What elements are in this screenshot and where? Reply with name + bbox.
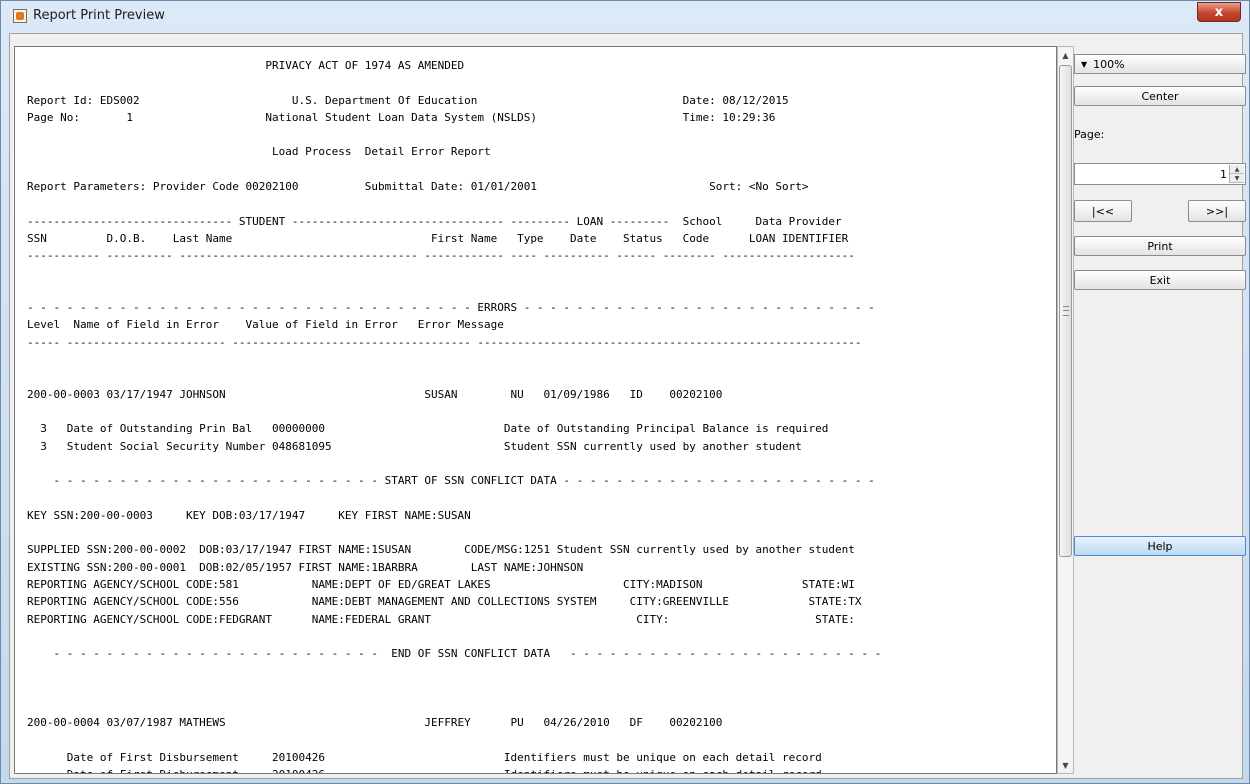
report-line [27,524,881,541]
report-line: ------------------------------- STUDENT … [27,214,842,228]
report-line: Date of First Disbursement 20100426 Iden… [27,766,881,773]
report-line [27,74,881,91]
report-line: 200-00-0003 03/17/1947 JOHNSON SUSAN NU … [27,387,723,401]
page-spinner[interactable]: ▲ ▼ [1229,165,1244,183]
report-line [27,351,881,368]
report-line: 3 Date of Outstanding Prin Bal 00000000 … [27,422,829,436]
spinner-down-icon[interactable]: ▼ [1230,174,1244,183]
close-button[interactable]: x [1197,2,1241,22]
scroll-up-icon[interactable]: ▲ [1058,47,1073,63]
report-line [27,489,881,506]
first-page-button[interactable]: |<< [1074,200,1132,222]
report-print-preview-window: Report Print Preview x PRIVACY ACT OF 19… [0,0,1250,784]
report-line: REPORTING AGENCY/SCHOOL CODE:581 NAME:DE… [27,577,855,591]
report-line: KEY SSN:200-00-0003 KEY DOB:03/17/1947 K… [27,508,471,522]
grip-icon [1063,306,1069,316]
report-line: EXISTING SSN:200-00-0001 DOB:02/05/1957 … [27,560,584,574]
report-line [27,455,881,472]
report-line [27,628,881,645]
report-line [27,126,881,143]
report-line: Report Id: EDS002 U.S. Department Of Edu… [27,93,789,107]
report-line: Report Parameters: Provider Code 0020210… [27,180,809,194]
title-bar[interactable]: Report Print Preview x [1,1,1249,31]
report-line [27,195,881,212]
java-app-icon [13,9,27,23]
report-line [27,680,881,697]
report-line [27,265,881,282]
report-line: 200-00-0004 03/07/1987 MATHEWS JEFFREY P… [27,716,723,730]
scrollbar-thumb[interactable] [1059,65,1072,557]
report-line [27,403,881,420]
report-line: PRIVACY ACT OF 1974 AS AMENDED [27,59,465,72]
report-line [27,161,881,178]
report-line [27,662,881,679]
report-line: Page No: 1 National Student Loan Data Sy… [27,110,776,124]
report-line: Load Process Detail Error Report [27,145,491,159]
zoom-dropdown[interactable]: ▼ 100% [1074,54,1246,74]
report-line: ----- ------------------------ ---------… [27,335,862,349]
page-number-input[interactable]: 1 ▲ ▼ [1074,163,1246,185]
close-icon: x [1214,4,1224,20]
report-line: - - - - - - - - - - - - - - - - - - - - … [27,647,882,661]
chevron-down-icon: ▼ [1081,59,1088,69]
scroll-down-icon[interactable]: ▼ [1058,757,1073,773]
report-line: - - - - - - - - - - - - - - - - - - - - … [27,474,875,488]
report-line [27,368,881,385]
report-viewport[interactable]: PRIVACY ACT OF 1974 AS AMENDED Report Id:… [14,46,1057,774]
report-line: ----------- ---------- -----------------… [27,249,855,263]
page-number-value: 1 [1220,168,1227,181]
report-line [27,282,881,299]
preview-content: PRIVACY ACT OF 1974 AS AMENDED Report Id:… [9,33,1246,779]
help-button[interactable]: Help [1074,536,1246,556]
exit-button[interactable]: Exit [1074,270,1246,290]
report-line: Date of First Disbursement 20100426 Iden… [27,750,822,764]
zoom-value: 100% [1093,57,1125,71]
page-label: Page: [1074,128,1105,141]
spinner-up-icon[interactable]: ▲ [1230,165,1244,174]
center-button[interactable]: Center [1074,86,1246,106]
report-line: SSN D.O.B. Last Name First Name Type Dat… [27,231,849,245]
print-button[interactable]: Print [1074,236,1246,256]
last-page-button[interactable]: >>| [1188,200,1246,222]
report-line: REPORTING AGENCY/SCHOOL CODE:556 NAME:DE… [27,595,862,609]
report-line: REPORTING AGENCY/SCHOOL CODE:FEDGRANT NA… [27,612,855,626]
report-line: Level Name of Field in Error Value of Fi… [27,318,504,332]
window-title: Report Print Preview [33,8,165,23]
control-panel: ▼ 100% Center Page: 1 ▲ ▼ |<< >>| Print … [1072,46,1248,776]
report-line: 3 Student Social Security Number 0486810… [27,439,802,453]
report-line [27,697,881,714]
report-page: PRIVACY ACT OF 1974 AS AMENDED Report Id:… [27,57,882,773]
report-line [27,732,881,749]
report-line: - - - - - - - - - - - - - - - - - - - - … [27,301,875,315]
report-line: SUPPLIED SSN:200-00-0002 DOB:03/17/1947 … [27,543,855,557]
